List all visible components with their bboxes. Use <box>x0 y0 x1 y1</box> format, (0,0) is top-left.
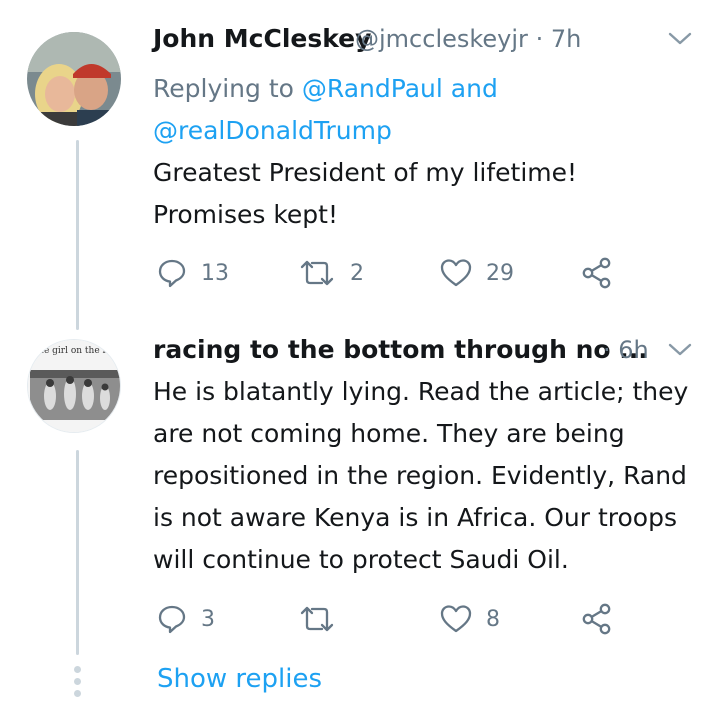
retweet-count: 2 <box>350 260 364 286</box>
reply-icon <box>158 259 186 288</box>
retweet-icon <box>300 606 334 632</box>
thread-connector <box>76 140 79 330</box>
avatar[interactable] <box>27 32 121 126</box>
tweet-text-line: will continue to protect Saudi Oil. <box>153 545 569 574</box>
reply-icon <box>158 605 186 634</box>
like-icon <box>440 259 472 287</box>
thread-connector <box>76 450 79 655</box>
share-button[interactable] <box>581 257 613 289</box>
tweet-text: Greatest President of my lifetime! Promi… <box>153 152 693 236</box>
like-button[interactable]: 29 <box>440 258 514 288</box>
tweet-text-line: Promises kept! <box>153 200 338 229</box>
chevron-down-icon[interactable] <box>667 341 693 363</box>
tweet-time[interactable]: · 6h <box>603 336 649 364</box>
show-replies-link[interactable]: Show replies <box>157 664 322 694</box>
replying-prefix: Replying to <box>153 74 294 103</box>
thread-dot <box>74 678 81 685</box>
mention-link[interactable]: @RandPaul <box>302 74 443 103</box>
chevron-down-icon[interactable] <box>667 30 693 52</box>
replying-and[interactable]: and <box>451 74 498 103</box>
retweet-button[interactable] <box>298 604 350 634</box>
replying-to: Replying to @RandPaul and @realDonaldTru… <box>153 68 673 152</box>
tweet-text: He is blatantly lying. Read the article;… <box>153 371 703 581</box>
tweet-text-line: He is blatantly lying. Read the article;… <box>153 377 689 406</box>
share-icon <box>582 257 611 289</box>
reply-count: 3 <box>201 606 215 632</box>
display-name[interactable]: John McCleskey <box>153 24 371 53</box>
like-count: 8 <box>486 606 500 632</box>
thread-dot <box>74 666 81 673</box>
tweet-time[interactable]: · 7h <box>536 25 582 53</box>
tweet-text-line: repositioned in the region. Evidently, R… <box>153 461 687 490</box>
share-button[interactable] <box>581 603 613 635</box>
share-icon <box>582 603 611 635</box>
retweet-icon <box>300 260 334 286</box>
avatar[interactable]: the girl on the rig <box>27 339 121 433</box>
mention-link[interactable]: @realDonaldTrump <box>153 116 392 145</box>
tweet-text-line: is not aware Kenya is in Africa. Our tro… <box>153 503 677 532</box>
avatar-photo <box>27 32 121 126</box>
retweet-button[interactable]: 2 <box>298 258 364 288</box>
reply-button[interactable]: 3 <box>157 604 215 634</box>
thread-dot <box>74 690 81 697</box>
avatar-caption: the girl on the rig <box>34 346 116 356</box>
tweet-text-line: are not coming home. They are being <box>153 419 625 448</box>
like-icon <box>440 605 472 633</box>
like-button[interactable]: 8 <box>440 604 500 634</box>
tweet-text-line: Greatest President of my lifetime! <box>153 158 578 187</box>
user-handle[interactable]: @jmccleskeyjr <box>355 25 528 53</box>
reply-count: 13 <box>201 260 229 286</box>
like-count: 29 <box>486 260 514 286</box>
reply-button[interactable]: 13 <box>157 258 229 288</box>
display-name[interactable]: racing to the bottom through no ... <box>153 335 648 364</box>
handle-time: @jmccleskeyjr · 7h <box>355 25 581 53</box>
